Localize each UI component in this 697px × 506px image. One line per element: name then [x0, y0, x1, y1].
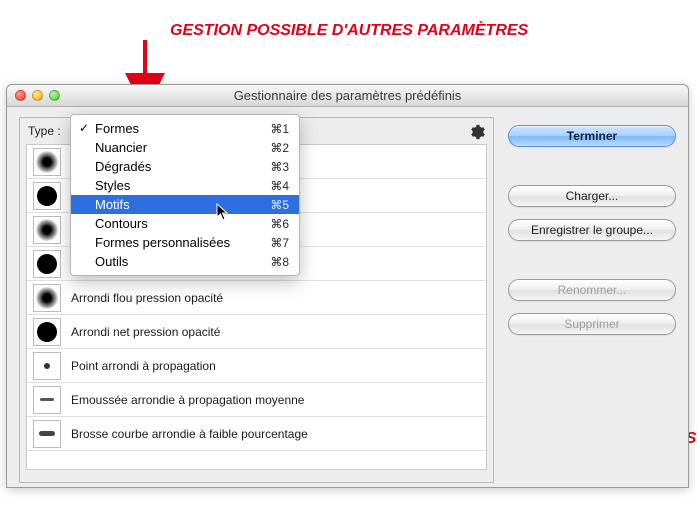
list-item-label: Brosse courbe arrondie à faible pourcent… — [71, 427, 308, 441]
list-item-label: Emoussée arrondie à propagation moyenne — [71, 393, 304, 407]
dropdown-item-label: Outils — [95, 254, 128, 269]
dropdown-item-contours[interactable]: Contours ⌘6 — [71, 214, 299, 233]
list-item[interactable]: Arrondi net pression opacité — [27, 315, 486, 349]
dropdown-item-styles[interactable]: Styles ⌘4 — [71, 176, 299, 195]
dropdown-item-label: Contours — [95, 216, 148, 231]
rename-button[interactable]: Renommer... — [508, 279, 676, 301]
list-item-label: Point arrondi à propagation — [71, 359, 216, 373]
dropdown-item-label: Motifs — [95, 197, 130, 212]
dropdown-item-label: Formes — [95, 121, 139, 136]
dropdown-item-degrades[interactable]: Dégradés ⌘3 — [71, 157, 299, 176]
gear-icon[interactable] — [469, 124, 485, 140]
actions-panel: Terminer Charger... Enregistrer le group… — [508, 117, 676, 483]
dropdown-item-shortcut: ⌘2 — [270, 141, 289, 155]
minimize-icon[interactable] — [32, 90, 43, 101]
dropdown-item-shortcut: ⌘6 — [270, 217, 289, 231]
window-title: Gestionnaire des paramètres prédéfinis — [7, 88, 688, 103]
dropdown-item-shortcut: ⌘7 — [270, 236, 289, 250]
list-item-label: Arrondi net pression opacité — [71, 325, 220, 339]
dropdown-item-shortcut: ⌘4 — [270, 179, 289, 193]
dropdown-item-shortcut: ⌘3 — [270, 160, 289, 174]
dropdown-item-label: Dégradés — [95, 159, 151, 174]
dropdown-item-nuancier[interactable]: Nuancier ⌘2 — [71, 138, 299, 157]
type-label: Type : — [26, 124, 61, 138]
dropdown-item-shortcut: ⌘1 — [270, 122, 289, 136]
list-item-label: Arrondi flou pression opacité — [71, 291, 223, 305]
close-icon[interactable] — [15, 90, 26, 101]
dropdown-item-shortcut: ⌘8 — [270, 255, 289, 269]
delete-button[interactable]: Supprimer — [508, 313, 676, 335]
check-icon: ✓ — [79, 121, 89, 135]
list-item[interactable]: Arrondi flou pression opacité — [27, 281, 486, 315]
list-item[interactable]: Brosse courbe arrondie à faible pourcent… — [27, 417, 486, 451]
list-item[interactable]: Point arrondi à propagation — [27, 349, 486, 383]
done-button[interactable]: Terminer — [508, 125, 676, 147]
dropdown-item-label: Formes personnalisées — [95, 235, 230, 250]
save-set-button[interactable]: Enregistrer le groupe... — [508, 219, 676, 241]
preset-manager-window: Gestionnaire des paramètres prédéfinis T… — [6, 84, 689, 488]
dropdown-item-shortcut: ⌘5 — [270, 198, 289, 212]
dropdown-item-outils[interactable]: Outils ⌘8 — [71, 252, 299, 271]
type-dropdown[interactable]: ✓ Formes ⌘1 Nuancier ⌘2 Dégradés ⌘3 Styl… — [70, 114, 300, 276]
dropdown-item-formes[interactable]: ✓ Formes ⌘1 — [71, 119, 299, 138]
dropdown-item-label: Nuancier — [95, 140, 147, 155]
titlebar: Gestionnaire des paramètres prédéfinis — [7, 85, 688, 107]
traffic-lights — [15, 90, 60, 101]
dropdown-item-formes-perso[interactable]: Formes personnalisées ⌘7 — [71, 233, 299, 252]
preset-panel: Type : A — [19, 117, 494, 483]
list-item[interactable]: Emoussée arrondie à propagation moyenne — [27, 383, 486, 417]
dropdown-item-label: Styles — [95, 178, 130, 193]
zoom-icon[interactable] — [49, 90, 60, 101]
annotation-top: GESTION POSSIBLE D'AUTRES PARAMÈTRES — [170, 22, 528, 40]
load-button[interactable]: Charger... — [508, 185, 676, 207]
dropdown-item-motifs[interactable]: Motifs ⌘5 — [71, 195, 299, 214]
